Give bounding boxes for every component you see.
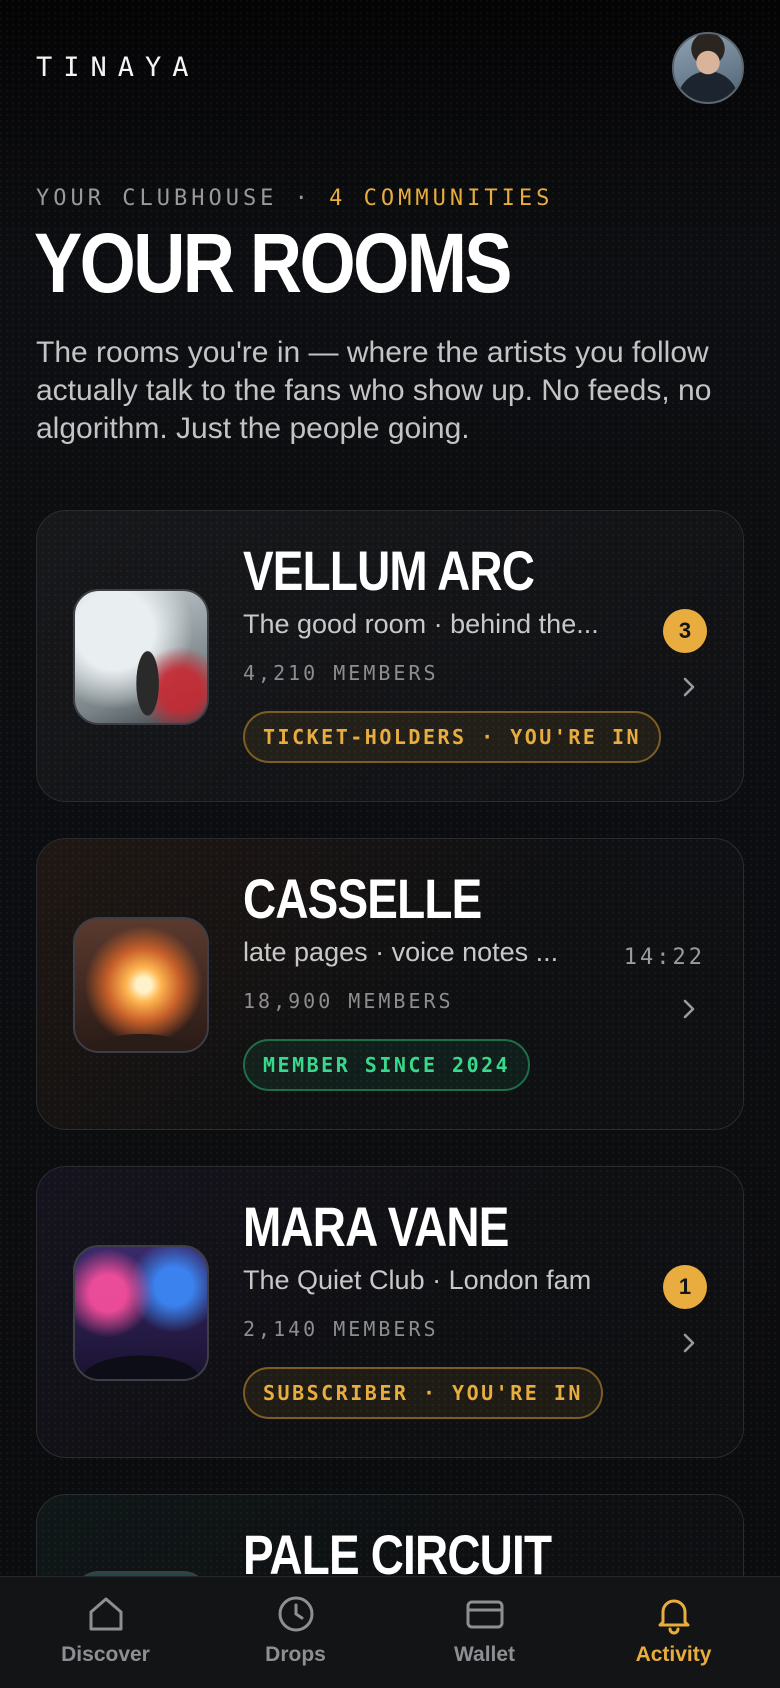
room-thumbnail (73, 589, 209, 725)
room-card-vellum-arc[interactable]: VELLUM ARC The good room · behind the...… (36, 510, 744, 802)
room-card-casselle[interactable]: CASSELLE late pages · voice notes ... 18… (36, 838, 744, 1130)
chevron-right-icon (683, 1333, 695, 1353)
page-title: YOUR ROOMS (34, 216, 512, 310)
bell-icon (658, 1599, 689, 1635)
nav-drops[interactable]: Drops (198, 1577, 393, 1688)
nav-label: Discover (61, 1643, 150, 1666)
status-badge: TICKET-HOLDERS · YOU'RE IN (243, 711, 662, 763)
chevron-right-icon (683, 677, 695, 697)
nav-discover[interactable]: Discover (8, 1577, 203, 1688)
nav-label: Wallet (453, 1643, 516, 1666)
unread-badge: 1 (663, 1265, 707, 1309)
room-subtitle: The Quiet Club · London fam (243, 1265, 592, 1295)
section-kicker: YOUR CLUBHOUSE · 4 COMMUNITIES (36, 186, 553, 211)
home-icon (89, 1597, 122, 1631)
kicker-label: YOUR CLUBHOUSE · (36, 186, 312, 211)
clock-icon (278, 1596, 313, 1632)
profile-avatar[interactable] (672, 32, 744, 104)
unread-badge: 3 (663, 609, 707, 653)
community-count: 4 COMMUNITIES (329, 186, 554, 211)
intro-text: The rooms you're in — where the artists … (36, 336, 712, 445)
room-name: MARA VANE (243, 1195, 509, 1258)
top-bar: TINAYA (0, 0, 780, 140)
status-badge: MEMBER SINCE 2024 (243, 1039, 531, 1091)
member-count: 2,140 MEMBERS (243, 1317, 439, 1341)
member-count: 18,900 MEMBERS (243, 989, 454, 1013)
room-card-mara-vane[interactable]: MARA VANE The Quiet Club · London fam 2,… (36, 1166, 744, 1458)
bottom-nav: Discover Drops Wallet Activity (0, 1576, 780, 1688)
member-count: 4,210 MEMBERS (243, 661, 439, 685)
nav-wallet[interactable]: Wallet (387, 1577, 582, 1688)
room-thumbnail (73, 917, 209, 1053)
room-thumbnail (73, 1245, 209, 1381)
room-name: VELLUM ARC (243, 539, 535, 602)
chevron-right-icon (683, 999, 695, 1019)
room-subtitle: The good room · behind the... (243, 609, 599, 639)
room-subtitle: late pages · voice notes ... (243, 937, 559, 967)
last-activity-time: 14:22 (623, 945, 705, 970)
nav-activity[interactable]: Activity (576, 1577, 771, 1688)
card-icon (466, 1600, 503, 1629)
brand-logo: TINAYA (36, 52, 200, 83)
room-name: CASSELLE (243, 867, 482, 930)
nav-label: Drops (265, 1643, 326, 1666)
status-badge: SUBSCRIBER · YOU'RE IN (243, 1367, 603, 1419)
nav-label: Activity (635, 1643, 712, 1666)
